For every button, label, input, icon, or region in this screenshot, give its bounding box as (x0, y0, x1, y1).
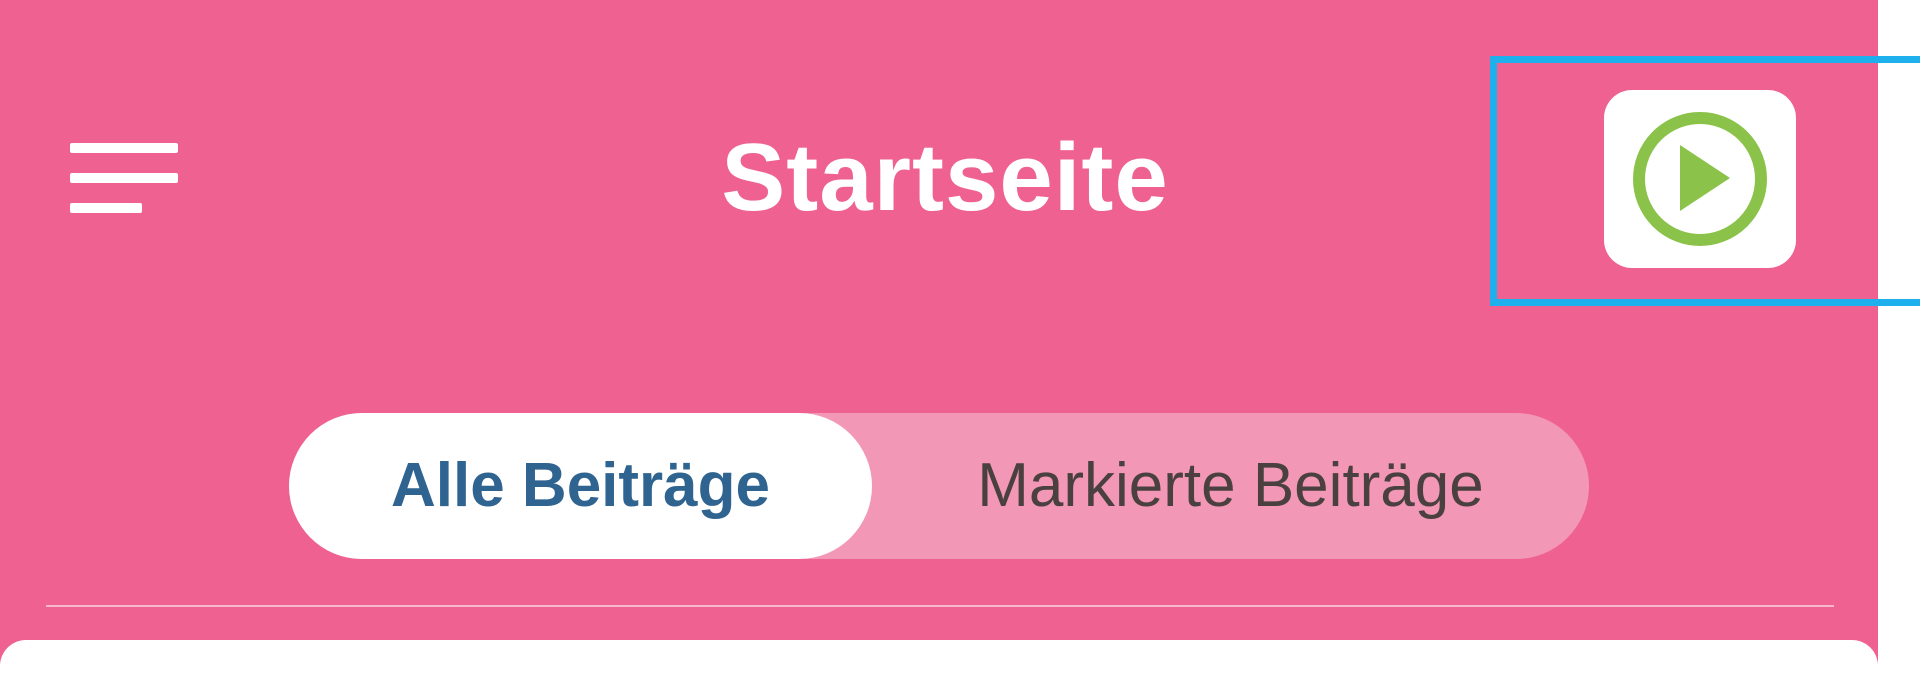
header-divider (46, 605, 1834, 607)
tab-all-posts[interactable]: Alle Beiträge (289, 413, 872, 559)
hamburger-menu-line-short (70, 203, 142, 213)
play-button[interactable] (1604, 90, 1796, 268)
content-card (0, 640, 1878, 693)
app-screen: Startseite Alle Beiträge Markierte Beitr… (0, 0, 1920, 693)
tab-marked-posts[interactable]: Markierte Beiträge (872, 413, 1589, 559)
hamburger-menu-icon (70, 143, 178, 153)
menu-button[interactable] (60, 135, 180, 225)
post-filter-tabs: Alle Beiträge Markierte Beiträge (289, 413, 1589, 559)
play-circle-icon (1633, 112, 1767, 246)
hamburger-menu-line (70, 173, 178, 183)
app-header: Startseite Alle Beiträge Markierte Beitr… (0, 0, 1878, 693)
page-title: Startseite (721, 124, 1169, 231)
